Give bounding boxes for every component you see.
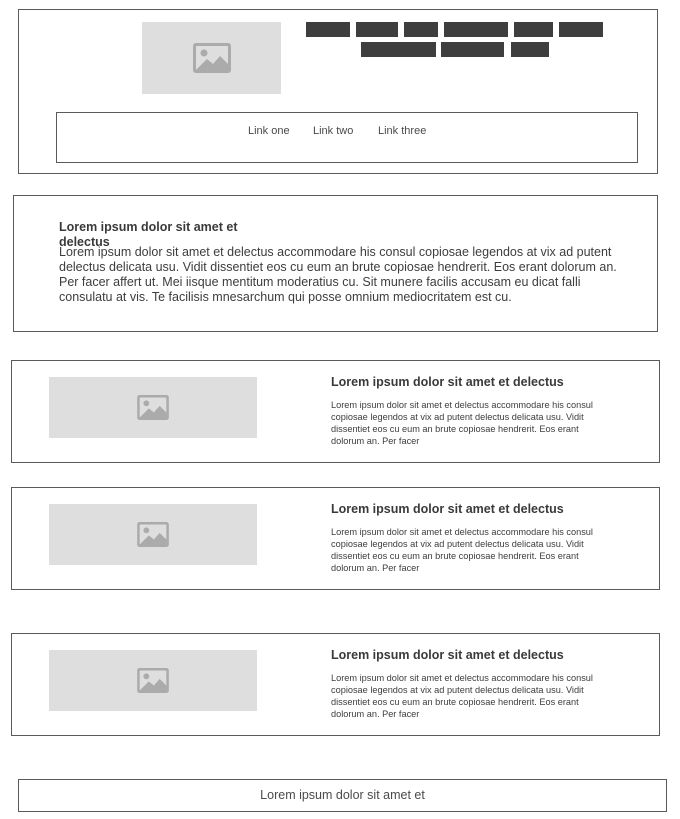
nav-link-three[interactable]: Link three xyxy=(378,125,426,137)
header: Link one Link two Link three xyxy=(18,9,658,174)
nav-link-two[interactable]: Link two xyxy=(313,125,353,137)
card-text: Lorem ipsum dolor sit amet et delectus a… xyxy=(331,400,593,446)
header-button-7[interactable] xyxy=(361,42,436,57)
card-image-placeholder xyxy=(49,650,257,711)
footer-text: Lorem ipsum dolor sit amet et xyxy=(260,788,425,802)
header-button-1[interactable] xyxy=(306,22,350,37)
nav-bar: Link one Link two Link three xyxy=(56,112,638,163)
card-text: Lorem ipsum dolor sit amet et delectus a… xyxy=(331,673,593,719)
header-button-8[interactable] xyxy=(441,42,504,57)
content-card-2: Lorem ipsum dolor sit amet et delectus L… xyxy=(11,487,660,590)
header-button-5[interactable] xyxy=(514,22,553,37)
intro-section: Lorem ipsum dolor sit amet et delectus L… xyxy=(13,195,658,332)
card-image-placeholder xyxy=(49,504,257,565)
header-button-9[interactable] xyxy=(511,42,549,57)
intro-body: Lorem ipsum dolor sit amet et delectus a… xyxy=(59,245,617,304)
card-title: Lorem ipsum dolor sit amet et delectus xyxy=(331,375,564,389)
footer: Lorem ipsum dolor sit amet et xyxy=(18,779,667,812)
card-text: Lorem ipsum dolor sit amet et delectus a… xyxy=(331,527,593,573)
content-card-1: Lorem ipsum dolor sit amet et delectus L… xyxy=(11,360,660,463)
image-placeholder-icon xyxy=(137,522,169,547)
card-title: Lorem ipsum dolor sit amet et delectus xyxy=(331,648,564,662)
image-placeholder-icon xyxy=(137,395,169,420)
card-image-placeholder xyxy=(49,377,257,438)
card-title: Lorem ipsum dolor sit amet et delectus xyxy=(331,502,564,516)
image-placeholder-icon xyxy=(192,43,231,73)
header-button-6[interactable] xyxy=(559,22,603,37)
header-button-2[interactable] xyxy=(356,22,398,37)
nav-link-one[interactable]: Link one xyxy=(248,125,290,137)
header-button-3[interactable] xyxy=(404,22,438,37)
header-button-4[interactable] xyxy=(444,22,508,37)
logo-image-placeholder xyxy=(142,22,281,94)
image-placeholder-icon xyxy=(137,668,169,693)
content-card-3: Lorem ipsum dolor sit amet et delectus L… xyxy=(11,633,660,736)
